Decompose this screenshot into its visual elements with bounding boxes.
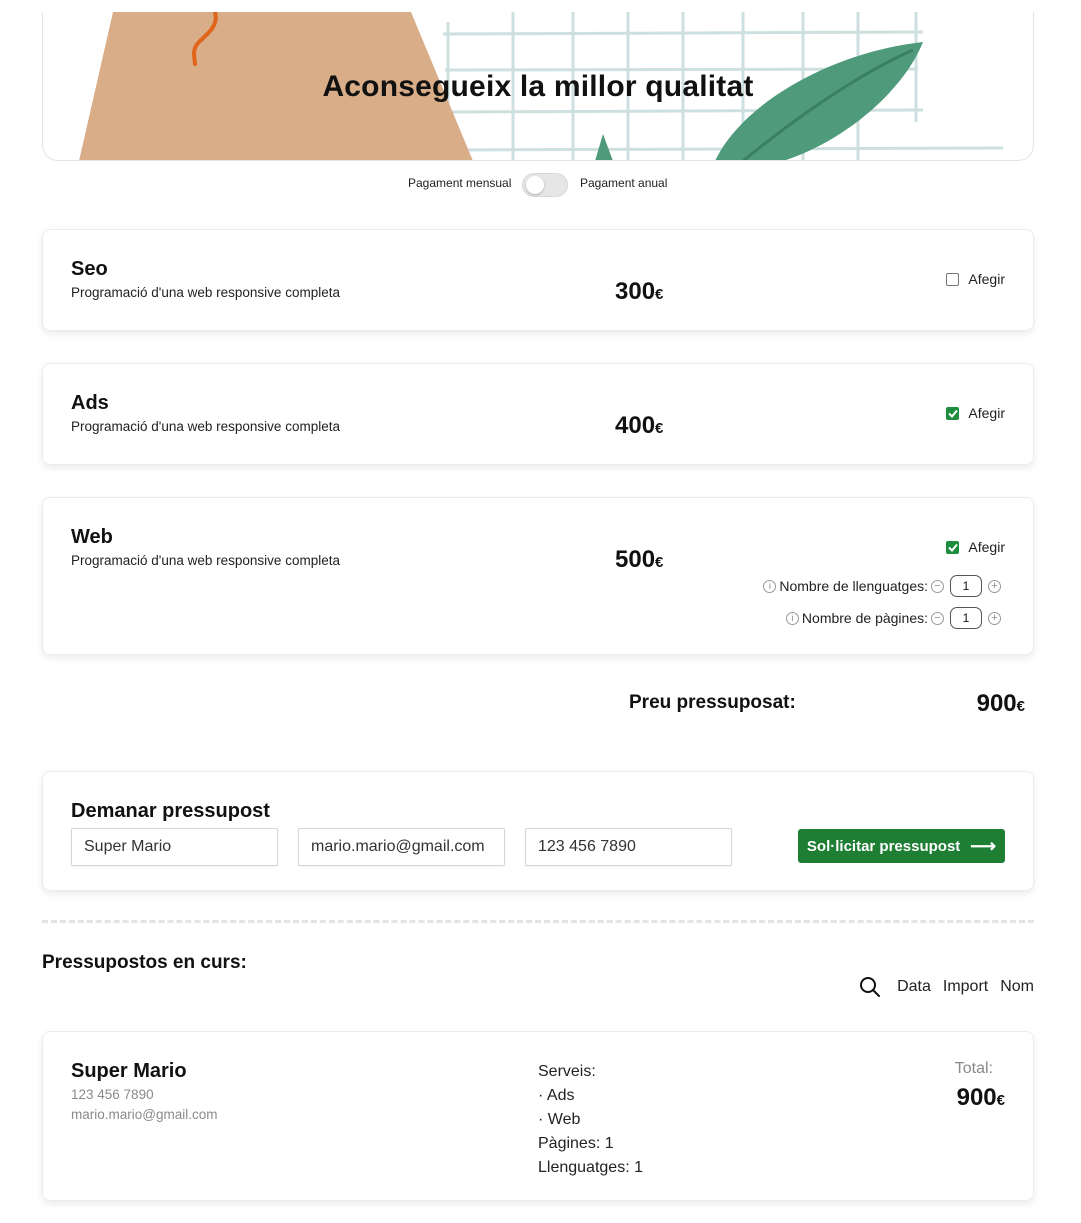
- service-name: Web: [71, 526, 113, 548]
- checkmark-icon: [948, 409, 958, 418]
- phone-input[interactable]: [525, 828, 732, 866]
- service-line: · Web: [538, 1111, 581, 1128]
- budget-total-label: Preu pressuposat:: [629, 692, 796, 713]
- add-label: Afegir: [968, 539, 1005, 555]
- languages-summary: Llenguatges: 1: [538, 1159, 643, 1176]
- minus-circle-icon[interactable]: −: [931, 611, 944, 625]
- total-value: 900€: [956, 1084, 1005, 1111]
- languages-option-row: i Nombre de llenguatges: − 1 +: [763, 575, 1001, 597]
- request-budget-form: Demanar pressupost Sol·licitar pressupos…: [42, 771, 1034, 891]
- sort-by-date[interactable]: Data: [897, 978, 931, 996]
- pages-label: Nombre de pàgines:: [801, 610, 928, 626]
- toggle-knob: [526, 176, 544, 194]
- info-icon[interactable]: i: [785, 611, 799, 625]
- services-summary: Serveis: · Ads · Web Pàgines: 1 Llenguat…: [538, 1060, 643, 1180]
- client-name: Super Mario: [71, 1060, 187, 1082]
- service-name: Seo: [71, 258, 108, 280]
- form-title: Demanar pressupost: [71, 800, 270, 822]
- billing-toggle-row: Pagament mensual Pagament anual: [0, 172, 1081, 198]
- budget-item-card: Super Mario 123 456 7890 mario.mario@gma…: [42, 1031, 1034, 1201]
- name-input[interactable]: [71, 828, 278, 866]
- plus-circle-icon[interactable]: +: [988, 611, 1001, 625]
- add-ads-checkbox[interactable]: Afegir: [946, 405, 1005, 421]
- minus-circle-icon[interactable]: −: [931, 579, 944, 593]
- info-icon[interactable]: i: [763, 579, 777, 593]
- service-description: Programació d'una web responsive complet…: [71, 419, 340, 434]
- add-label: Afegir: [968, 405, 1005, 421]
- service-name: Ads: [71, 392, 109, 414]
- submit-budget-button[interactable]: Sol·licitar pressupost ⟶: [798, 829, 1005, 863]
- sort-by-name[interactable]: Nom: [1000, 978, 1034, 996]
- budget-total-value: 900€: [976, 690, 1025, 717]
- submit-label: Sol·licitar pressupost: [806, 837, 961, 855]
- service-card-ads: Ads Programació d'una web responsive com…: [42, 363, 1034, 465]
- pages-summary: Pàgines: 1: [538, 1135, 614, 1152]
- search-icon[interactable]: [859, 976, 881, 998]
- monthly-label: Pagament mensual: [408, 176, 512, 190]
- checkbox-checked[interactable]: [946, 406, 960, 420]
- checkmark-icon: [948, 543, 958, 552]
- service-line: · Ads: [538, 1087, 575, 1104]
- section-divider: [42, 920, 1034, 923]
- arrow-right-icon: ⟶: [970, 835, 997, 856]
- languages-label: Nombre de llenguatges:: [779, 578, 928, 594]
- client-email: mario.mario@gmail.com: [71, 1107, 218, 1122]
- add-seo-checkbox[interactable]: Afegir: [946, 271, 1005, 287]
- checkbox-checked[interactable]: [946, 540, 960, 554]
- billing-toggle[interactable]: [522, 173, 568, 197]
- service-card-seo: Seo Programació d'una web responsive com…: [42, 229, 1034, 331]
- email-input[interactable]: [298, 828, 505, 866]
- pages-option-row: i Nombre de pàgines: − 1 +: [785, 607, 1001, 629]
- services-label: Serveis:: [538, 1063, 596, 1080]
- hero-banner: Aconsegueix la millor qualitat: [42, 12, 1034, 161]
- service-price: 500€: [615, 546, 664, 573]
- sort-bar: Data Import Nom: [859, 976, 1034, 998]
- add-label: Afegir: [968, 271, 1005, 287]
- plus-circle-icon[interactable]: +: [988, 579, 1001, 593]
- service-price: 400€: [615, 412, 664, 439]
- annual-label: Pagament anual: [580, 176, 668, 190]
- service-description: Programació d'una web responsive complet…: [71, 553, 340, 568]
- service-description: Programació d'una web responsive complet…: [71, 285, 340, 300]
- languages-count[interactable]: 1: [950, 575, 982, 597]
- total-label: Total:: [954, 1060, 993, 1077]
- budgets-list-title: Pressupostos en curs:: [42, 952, 247, 973]
- client-phone: 123 456 7890: [71, 1087, 154, 1102]
- add-web-checkbox[interactable]: Afegir: [946, 539, 1005, 555]
- service-price: 300€: [615, 278, 664, 305]
- checkbox-unchecked[interactable]: [946, 272, 960, 286]
- pages-count[interactable]: 1: [950, 607, 982, 629]
- hero-title: Aconsegueix la millor qualitat: [322, 70, 754, 103]
- sort-by-amount[interactable]: Import: [943, 978, 988, 996]
- service-card-web: Web Programació d'una web responsive com…: [42, 497, 1034, 655]
